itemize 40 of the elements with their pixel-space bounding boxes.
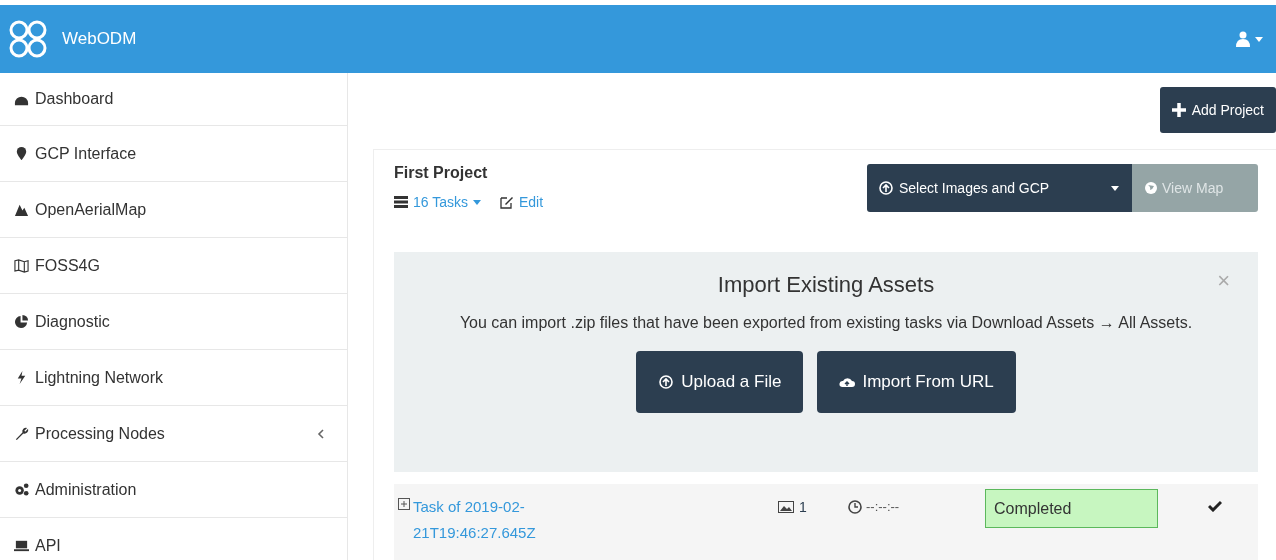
expand-icon[interactable] [398,498,410,510]
pin-icon [14,146,29,161]
sidebar-item[interactable]: Processing Nodes [0,406,347,462]
sidebar-item[interactable]: Diagnostic [0,294,347,350]
import-url-button[interactable]: Import From URL [817,351,1016,413]
upload-icon [879,181,893,195]
sidebar-item[interactable]: OpenAerialMap [0,182,347,238]
user-menu-icon[interactable] [1236,31,1264,47]
sidebar-item[interactable]: GCP Interface [0,126,347,182]
upload-file-button[interactable]: Upload a File [636,351,804,413]
caret-icon [1111,185,1119,191]
tasks-icon [394,196,408,208]
image-count: 1 [799,499,807,515]
sidebar-item[interactable]: Lightning Network [0,350,347,406]
wrench-icon [14,426,29,441]
plus-icon [1171,103,1186,117]
mountain-icon [14,202,29,217]
map-icon [14,258,29,273]
pie-icon [14,314,29,329]
sidebar-item[interactable]: Dashboard [0,73,347,126]
select-images-button[interactable]: Select Images and GCP [867,164,1098,212]
add-project-button[interactable]: Add Project [1159,87,1276,133]
sidebar-item[interactable]: API [0,518,347,560]
logo-icon [8,19,48,59]
cloud-upload-icon [839,375,856,389]
import-description: You can import .zip files that have been exported from existing tasks via Download Assets → All Assets. [459,313,1193,333]
status-label: Completed [985,489,1158,528]
sidebar-item[interactable]: Administration [0,462,347,518]
dropdown-toggle[interactable] [1098,164,1132,212]
laptop-icon [14,538,29,553]
upload-icon [658,375,675,389]
image-icon [778,501,794,513]
task-duration: --:--:-- [866,499,900,514]
project-title: First Project [394,164,489,182]
import-title: Import Existing Assets [717,272,935,298]
gears-icon [14,482,29,497]
edit-icon [500,195,514,209]
sidebar-item[interactable]: FOSS4G [0,238,347,294]
caret-icon [473,199,481,205]
clock-icon [848,499,862,514]
